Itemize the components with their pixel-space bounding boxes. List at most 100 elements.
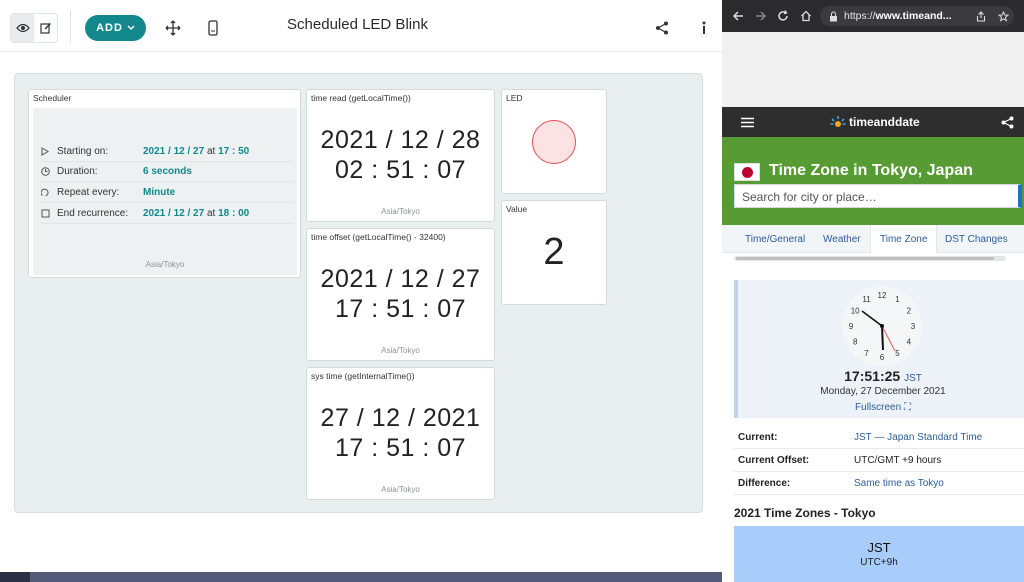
info-row-difference: Difference: Same time as Tokyo [734,473,1024,495]
row-label: Repeat every: [57,187,120,198]
clock-numeral: 5 [895,349,900,358]
clock-numeral: 4 [907,338,912,347]
scheduler-panel: Starting on: 2021 / 12 / 27 at 17 : 50 D… [33,108,297,275]
end-time: 18 : 00 [218,208,250,219]
analog-clock: 12 12 3 45 6 78 9 1011 [842,286,922,366]
info-key: Current: [738,432,778,443]
fullscreen-link[interactable]: Fullscreen ⛶ [738,402,1024,413]
clock-numeral: 1 [895,295,900,304]
section-title: 2021 Time Zones - Tokyo [734,506,876,520]
info-value-link[interactable]: Same time as Tokyo [854,478,944,489]
clock-numeral: 3 [911,322,916,331]
clock-numeral: 12 [878,291,887,300]
bookmark-star-icon[interactable] [996,9,1010,23]
clock-numeral: 9 [849,322,854,331]
time-offset-widget[interactable]: time offset (getLocalTime() - 32400) 202… [306,228,495,361]
info-key: Difference: [738,478,791,489]
sys-time-widget[interactable]: sys time (getInternalTime()) 27 / 12 / 2… [306,367,495,500]
scheduler-widget[interactable]: Scheduler Starting on: 2021 / 12 / 27 at… [28,89,301,278]
start-date: 2021 / 12 / 27 [143,146,205,157]
iot-dashboard-app: ADD Scheduled LED Blink Scheduler Starti… [0,0,722,582]
scheduler-row-end[interactable]: End recurrence: 2021 / 12 / 27 at 18 : 0… [41,204,293,224]
forward-icon[interactable] [754,9,768,23]
site-logo[interactable]: timeanddate [830,115,920,129]
japan-flag-icon [734,163,760,181]
view-mode-toggle[interactable] [10,13,58,43]
zone-name: JST [867,540,891,555]
tab-time-zone[interactable]: Time Zone [870,225,938,253]
browser-toolbar: https://www.timeand... [722,0,1024,32]
dashboard-title: Scheduled LED Blink [287,16,428,33]
row-label: End recurrence: [57,208,129,219]
time-read-widget[interactable]: time read (getLocalTime()) 2021 / 12 / 2… [306,89,495,222]
dashboard-canvas: Scheduler Starting on: 2021 / 12 / 27 at… [14,73,703,513]
timezone-label: Asia/Tokyo [145,260,185,269]
zone-offset: UTC+9h [860,557,898,568]
clock-numeral: 2 [907,307,912,316]
fullscreen-label: Fullscreen [855,402,902,413]
info-icon[interactable] [694,18,714,38]
info-row-current: Current: JST — Japan Standard Time [734,427,1024,449]
widget-title: sys time (getInternalTime()) [311,371,415,381]
play-icon [41,147,57,156]
scheduler-row-start[interactable]: Starting on: 2021 / 12 / 27 at 17 : 50 [41,142,293,162]
city-search-input[interactable]: Search for city or place… [734,184,1022,208]
reload-icon[interactable] [776,9,790,23]
add-widget-button[interactable]: ADD [85,15,146,41]
date-line: 2021 / 12 / 27 [320,265,481,293]
eye-icon[interactable] [11,14,34,42]
tab-dst-changes[interactable]: DST Changes [936,225,1017,253]
home-icon[interactable] [799,9,813,23]
chevron-down-icon [127,25,135,30]
time-line: 17 : 51 : 07 [334,295,467,323]
page-tabs: Time/General Weather Time Zone DST Chang… [722,225,1024,253]
url-host: www.timeand... [875,10,952,22]
hamburger-menu-icon[interactable] [740,115,754,129]
current-time: 17:51:25 [844,368,901,384]
clock-icon [41,167,57,176]
logo-text: timeanddate [849,115,920,129]
clock-numeral: 6 [880,353,885,362]
dashboard-toolbar: ADD Scheduled LED Blink [0,0,722,52]
end-date: 2021 / 12 / 27 [143,208,205,219]
info-value-link[interactable]: JST — Japan Standard Time [854,432,982,443]
clock-panel: 12 1 2 3 4 5 6 7 8 9 10 11 17:51:25 JST Monday, 27 … [734,280,1024,418]
duration-value: 6 seconds [143,166,192,177]
current-date: Monday, 27 December 2021 [820,386,946,397]
clock-numeral: 10 [851,307,860,316]
sun-logo-icon [830,116,846,127]
repeat-value: Minute [143,187,176,198]
checkbox-icon[interactable] [41,209,57,218]
time-zone-abbr[interactable]: JST [904,373,922,384]
led-indicator [532,120,576,164]
tab-weather[interactable]: Weather [814,225,870,253]
share-icon[interactable] [1000,115,1014,129]
scheduler-row-repeat[interactable]: Repeat every: Minute [41,183,293,203]
repeat-icon [41,188,57,197]
scheduler-row-duration[interactable]: Duration: 6 seconds [41,162,293,182]
timezone-label: Asia/Tokyo [381,346,420,355]
share-page-icon[interactable] [974,9,988,23]
clock-numeral: 11 [862,295,871,304]
time-line: 02 : 51 : 07 [334,156,467,184]
tab-time-general[interactable]: Time/General [736,225,814,253]
timezone-label: Asia/Tokyo [381,207,420,216]
tabs-scrollbar[interactable] [734,256,1006,261]
widget-title: Scheduler [33,93,72,103]
address-bar[interactable]: https://www.timeand... [820,6,1014,26]
time-zone-card[interactable]: JST UTC+9h [734,526,1024,582]
add-button-label: ADD [96,22,123,34]
back-icon[interactable] [731,9,745,23]
mobile-icon[interactable] [203,18,223,38]
info-value: UTC/GMT +9 hours [854,455,942,466]
led-widget[interactable]: LED [501,89,607,194]
widget-title: LED [506,93,523,103]
share-icon[interactable] [652,18,672,38]
time-line: 17 : 51 : 07 [334,434,467,462]
value-widget[interactable]: Value 2 [501,200,607,305]
date-line: 27 / 12 / 2021 [320,404,481,432]
edit-icon[interactable] [34,14,57,42]
move-icon[interactable] [163,18,183,38]
browser-blank-area [722,32,1024,107]
info-row-offset: Current Offset: UTC/GMT +9 hours [734,450,1024,472]
